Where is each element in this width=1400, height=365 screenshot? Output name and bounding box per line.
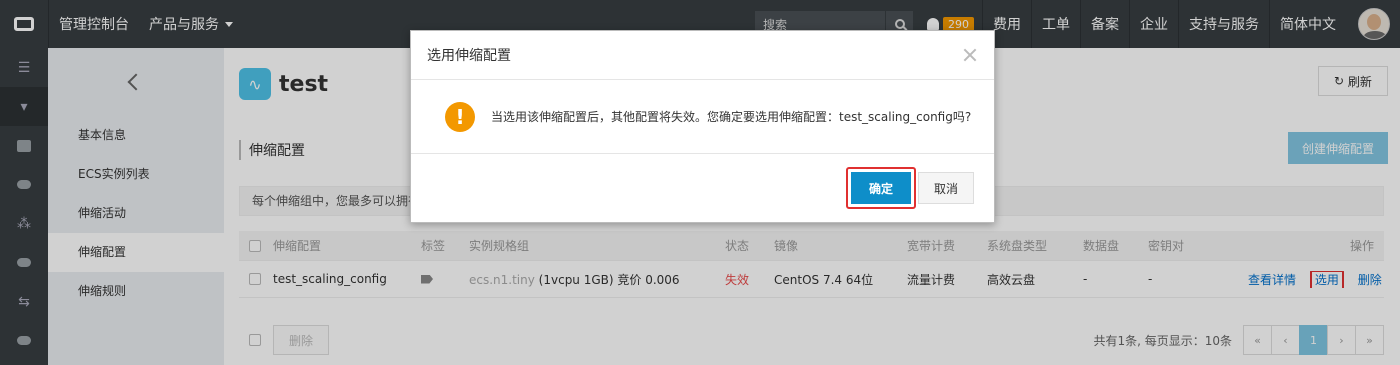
- dialog-header: 选用伸缩配置: [411, 31, 994, 80]
- close-icon[interactable]: [962, 47, 978, 63]
- dialog-body: ! 当选用该伸缩配置后，其他配置将失效。您确定要选用伸缩配置：test_scal…: [411, 80, 994, 154]
- dialog-footer: 确定 取消: [411, 154, 994, 222]
- confirm-button[interactable]: 确定: [851, 172, 911, 204]
- cancel-button[interactable]: 取消: [918, 172, 974, 204]
- ok-highlight: 确定: [846, 167, 916, 209]
- confirm-dialog: 选用伸缩配置 ! 当选用该伸缩配置后，其他配置将失效。您确定要选用伸缩配置：te…: [410, 30, 995, 223]
- dialog-title: 选用伸缩配置: [427, 48, 511, 64]
- warning-icon: !: [445, 101, 475, 132]
- dialog-message: 当选用该伸缩配置后，其他配置将失效。您确定要选用伸缩配置：test_scalin…: [491, 110, 972, 124]
